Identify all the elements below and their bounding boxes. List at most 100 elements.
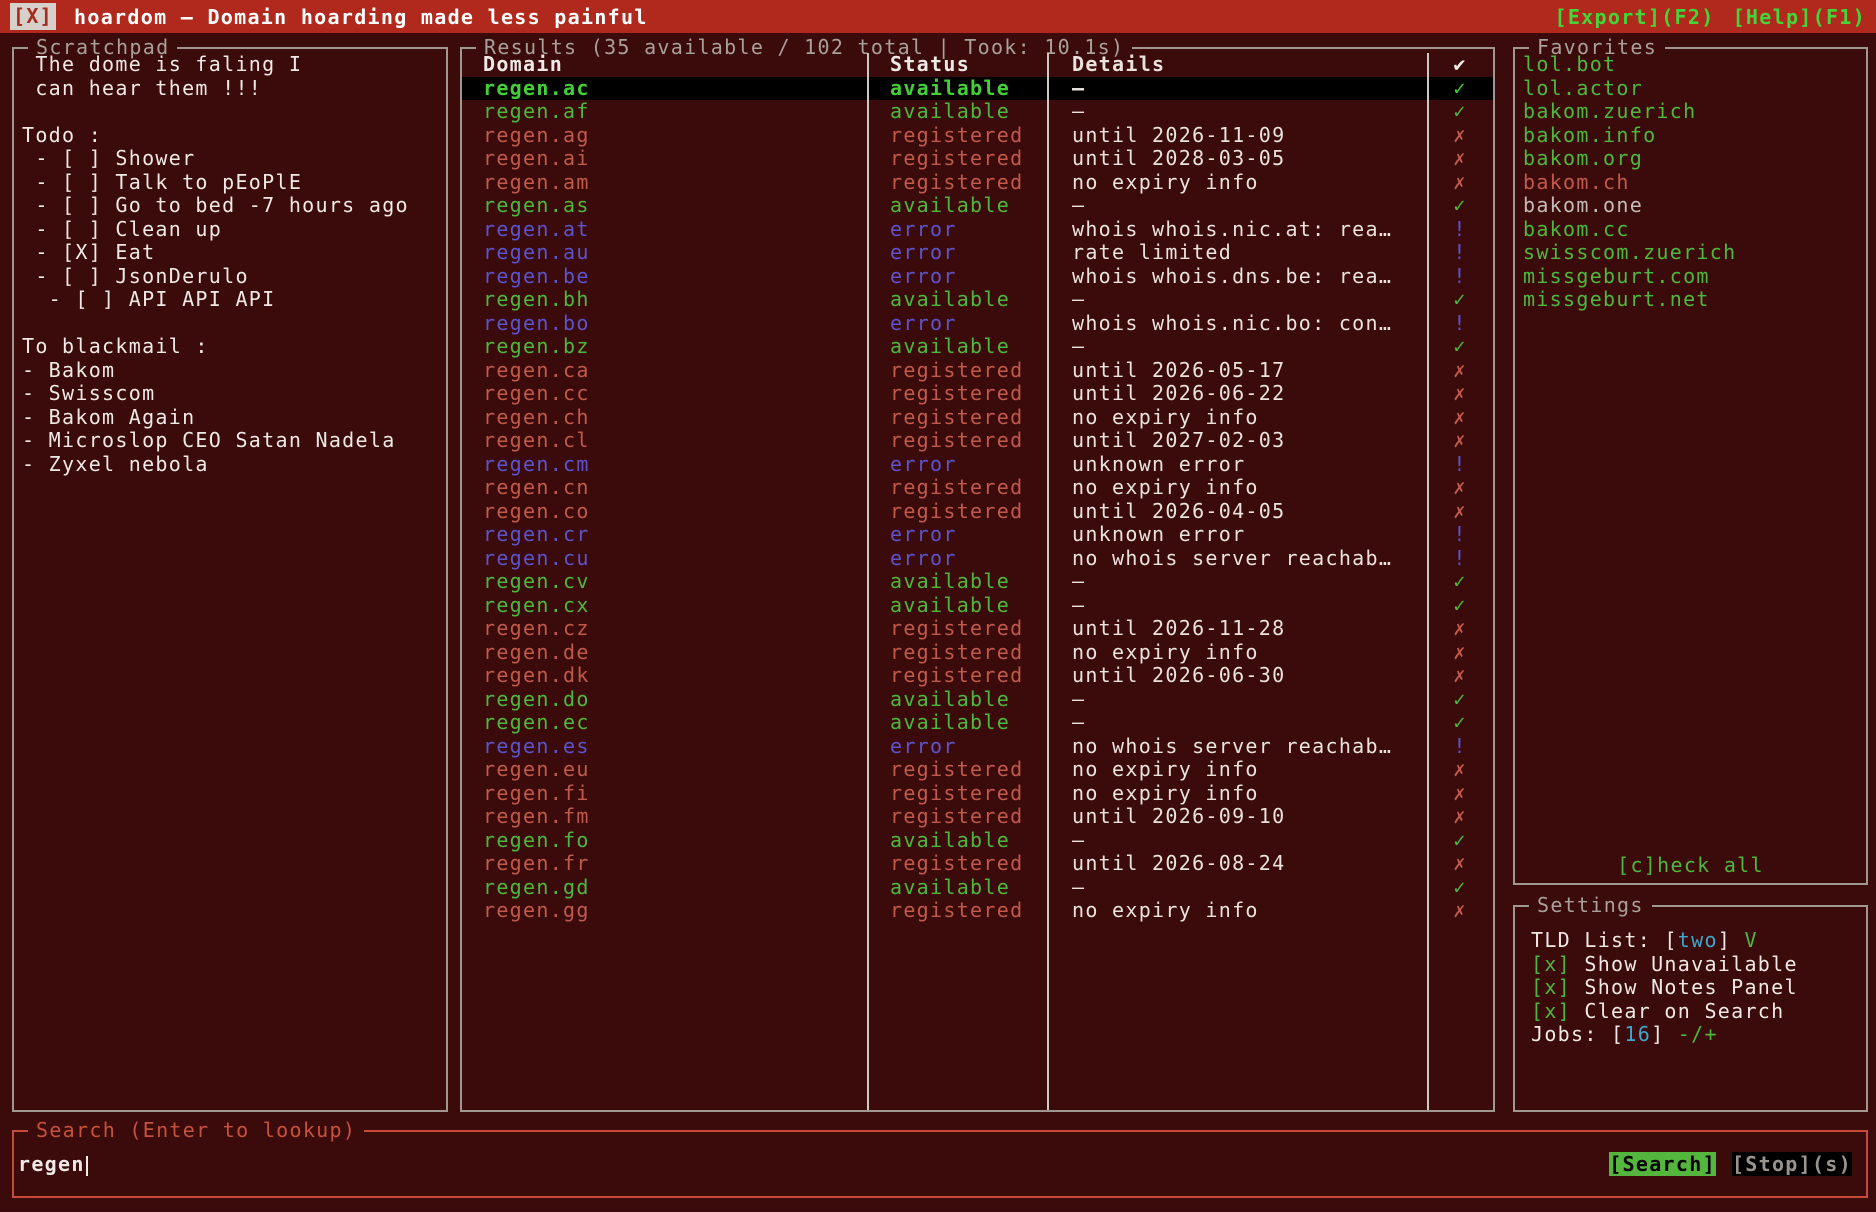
status-cell: error	[867, 265, 1047, 289]
table-row[interactable]: regen.boerrorwhois whois.nic.bo: con…!	[462, 312, 1493, 336]
jobs-label: Jobs:	[1531, 1022, 1611, 1046]
favorite-item[interactable]: bakom.one	[1523, 194, 1862, 218]
table-row[interactable]: regen.cnregisteredno expiry info✗	[462, 476, 1493, 500]
table-row[interactable]: regen.amregisteredno expiry info✗	[462, 171, 1493, 195]
status-mark-icon: ✓	[1427, 594, 1493, 618]
favorite-item[interactable]: bakom.info	[1523, 124, 1862, 148]
domain-cell: regen.cz	[462, 617, 867, 641]
table-row[interactable]: regen.czregistereduntil 2026-11-28✗	[462, 617, 1493, 641]
status-mark-icon: !	[1427, 523, 1493, 547]
table-row[interactable]: regen.aterrorwhois whois.nic.at: rea…!	[462, 218, 1493, 242]
details-cell: –	[1047, 876, 1427, 900]
status-mark-icon: ✓	[1427, 335, 1493, 359]
table-row[interactable]: regen.bhavailable–✓	[462, 288, 1493, 312]
domain-cell: regen.cl	[462, 429, 867, 453]
table-row[interactable]: regen.clregistereduntil 2027-02-03✗	[462, 429, 1493, 453]
table-row[interactable]: regen.firegisteredno expiry info✗	[462, 782, 1493, 806]
domain-cell: regen.ai	[462, 147, 867, 171]
details-cell: no expiry info	[1047, 476, 1427, 500]
settings-checkbox[interactable]: [x] Show Notes Panel	[1531, 976, 1862, 1000]
table-row[interactable]: regen.afavailable–✓	[462, 100, 1493, 124]
status-cell: error	[867, 735, 1047, 759]
domain-cell: regen.fo	[462, 829, 867, 853]
status-cell: registered	[867, 429, 1047, 453]
status-mark-icon: ✗	[1427, 359, 1493, 383]
check-all-button[interactable]: [c]heck all	[1515, 853, 1866, 877]
table-row[interactable]: regen.crerrorunknown error!	[462, 523, 1493, 547]
search-input[interactable]: regen	[14, 1152, 88, 1176]
settings-checkbox[interactable]: [x] Show Unavailable	[1531, 953, 1862, 977]
table-row[interactable]: regen.ecavailable–✓	[462, 711, 1493, 735]
table-row[interactable]: regen.caregistereduntil 2026-05-17✗	[462, 359, 1493, 383]
favorite-item[interactable]: bakom.ch	[1523, 171, 1862, 195]
table-row[interactable]: regen.cvavailable–✓	[462, 570, 1493, 594]
favorite-item[interactable]: missgeburt.net	[1523, 288, 1862, 312]
favorite-item[interactable]: missgeburt.com	[1523, 265, 1862, 289]
table-row[interactable]: regen.cmerrorunknown error!	[462, 453, 1493, 477]
table-row[interactable]: regen.fmregistereduntil 2026-09-10✗	[462, 805, 1493, 829]
status-cell: registered	[867, 664, 1047, 688]
details-cell: until 2026-05-17	[1047, 359, 1427, 383]
table-row[interactable]: regen.beerrorwhois whois.dns.be: rea…!	[462, 265, 1493, 289]
tld-list-select[interactable]: TLD List: [two] V	[1531, 929, 1862, 953]
column-separator	[1427, 53, 1429, 1110]
favorite-item[interactable]: bakom.org	[1523, 147, 1862, 171]
table-row[interactable]: regen.bzavailable–✓	[462, 335, 1493, 359]
status-mark-icon: ✗	[1427, 617, 1493, 641]
export-button[interactable]: [Export](F2)	[1554, 5, 1714, 29]
domain-cell: regen.cn	[462, 476, 867, 500]
table-row[interactable]: regen.deregisteredno expiry info✗	[462, 641, 1493, 665]
favorite-item[interactable]: bakom.cc	[1523, 218, 1862, 242]
jobs-stepper[interactable]: Jobs: [16] -/+	[1531, 1023, 1862, 1047]
jobs-minus-plus-controls[interactable]: -/+	[1664, 1022, 1717, 1046]
settings-checkbox[interactable]: [x] Clear on Search	[1531, 1000, 1862, 1024]
domain-cell: regen.gg	[462, 899, 867, 923]
favorite-item[interactable]: lol.bot	[1523, 53, 1862, 77]
checkbox-checked-icon: [x]	[1531, 999, 1571, 1023]
table-row[interactable]: regen.dkregistereduntil 2026-06-30✗	[462, 664, 1493, 688]
favorite-item[interactable]: bakom.zuerich	[1523, 100, 1862, 124]
column-separator	[1047, 53, 1049, 1110]
table-row[interactable]: regen.doavailable–✓	[462, 688, 1493, 712]
details-cell: –	[1047, 288, 1427, 312]
details-cell: until 2026-11-28	[1047, 617, 1427, 641]
table-row[interactable]: regen.acavailable–✓	[462, 77, 1493, 101]
table-row[interactable]: regen.ggregisteredno expiry info✗	[462, 899, 1493, 923]
favorite-item[interactable]: swisscom.zuerich	[1523, 241, 1862, 265]
status-cell: error	[867, 523, 1047, 547]
status-cell: error	[867, 453, 1047, 477]
table-row[interactable]: regen.chregisteredno expiry info✗	[462, 406, 1493, 430]
details-cell: until 2026-09-10	[1047, 805, 1427, 829]
column-header-domain: Domain	[462, 53, 867, 77]
stop-button[interactable]: [Stop](s)	[1732, 1152, 1852, 1176]
status-mark-icon: ✗	[1427, 406, 1493, 430]
details-cell: until 2028-03-05	[1047, 147, 1427, 171]
details-cell: –	[1047, 829, 1427, 853]
table-row[interactable]: regen.gdavailable–✓	[462, 876, 1493, 900]
table-row[interactable]: regen.coregistereduntil 2026-04-05✗	[462, 500, 1493, 524]
scratchpad-line: - Bakom	[22, 359, 442, 383]
status-cell: registered	[867, 124, 1047, 148]
status-mark-icon: ✓	[1427, 711, 1493, 735]
table-row[interactable]: regen.ccregistereduntil 2026-06-22✗	[462, 382, 1493, 406]
help-button[interactable]: [Help](F1)	[1733, 5, 1866, 29]
domain-cell: regen.au	[462, 241, 867, 265]
table-row[interactable]: regen.euregisteredno expiry info✗	[462, 758, 1493, 782]
search-button[interactable]: [Search]	[1609, 1152, 1716, 1176]
table-row[interactable]: regen.foavailable–✓	[462, 829, 1493, 853]
table-row[interactable]: regen.eserrorno whois server reachab…!	[462, 735, 1493, 759]
status-mark-icon: ✓	[1427, 876, 1493, 900]
table-row[interactable]: regen.asavailable–✓	[462, 194, 1493, 218]
favorite-item[interactable]: lol.actor	[1523, 77, 1862, 101]
close-button[interactable]: [X]	[10, 3, 56, 30]
chevron-down-icon[interactable]: V	[1731, 928, 1758, 952]
table-row[interactable]: regen.airegistereduntil 2028-03-05✗	[462, 147, 1493, 171]
tld-list-label: TLD List:	[1531, 928, 1664, 952]
table-row[interactable]: regen.auerrorrate limited!	[462, 241, 1493, 265]
table-row[interactable]: regen.frregistereduntil 2026-08-24✗	[462, 852, 1493, 876]
status-mark-icon: ✗	[1427, 500, 1493, 524]
scratchpad-editor[interactable]: The dome is faling I can hear them !!! T…	[14, 49, 446, 1110]
table-row[interactable]: regen.cuerrorno whois server reachab…!	[462, 547, 1493, 571]
table-row[interactable]: regen.cxavailable–✓	[462, 594, 1493, 618]
table-row[interactable]: regen.agregistereduntil 2026-11-09✗	[462, 124, 1493, 148]
